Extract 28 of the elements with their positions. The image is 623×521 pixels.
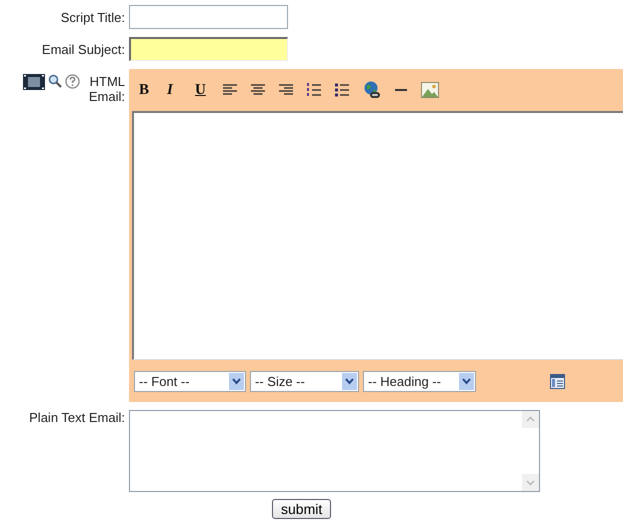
field-label: Script Title:: [60, 10, 125, 24]
table-icon[interactable]: [550, 374, 565, 388]
horizontal-rule-icon[interactable]: [395, 88, 407, 92]
image-icon[interactable]: [421, 82, 439, 98]
field-label: Email Subject:: [40, 42, 125, 56]
chevron-down-icon: [342, 372, 357, 390]
submit-button[interactable]: submit: [272, 499, 332, 519]
align-center-icon[interactable]: [251, 84, 265, 96]
help-icon[interactable]: [65, 74, 80, 89]
align-right-icon[interactable]: [279, 84, 293, 96]
format-button[interactable]: B: [139, 82, 167, 98]
dropdown[interactable]: -- Heading --: [363, 370, 476, 392]
format-button[interactable]: I: [167, 82, 195, 98]
field-label: HTML Email:: [88, 74, 125, 104]
format-button[interactable]: U: [195, 82, 223, 98]
numbered-list-icon[interactable]: [307, 83, 321, 97]
chevron-down-icon: [459, 372, 474, 390]
field-label: Plain Text Email:: [28, 410, 125, 425]
dropdown[interactable]: -- Font --: [134, 370, 246, 392]
film-icon[interactable]: [23, 74, 45, 90]
text-field[interactable]: [129, 5, 288, 29]
align-left-icon[interactable]: [223, 84, 237, 96]
dropdown[interactable]: -- Size --: [250, 370, 359, 392]
chevron-down-icon: [229, 372, 244, 390]
bulleted-list-icon[interactable]: [335, 83, 349, 97]
text-field[interactable]: [129, 37, 288, 61]
globe-link-icon[interactable]: [363, 81, 381, 99]
search-icon[interactable]: [48, 74, 62, 88]
